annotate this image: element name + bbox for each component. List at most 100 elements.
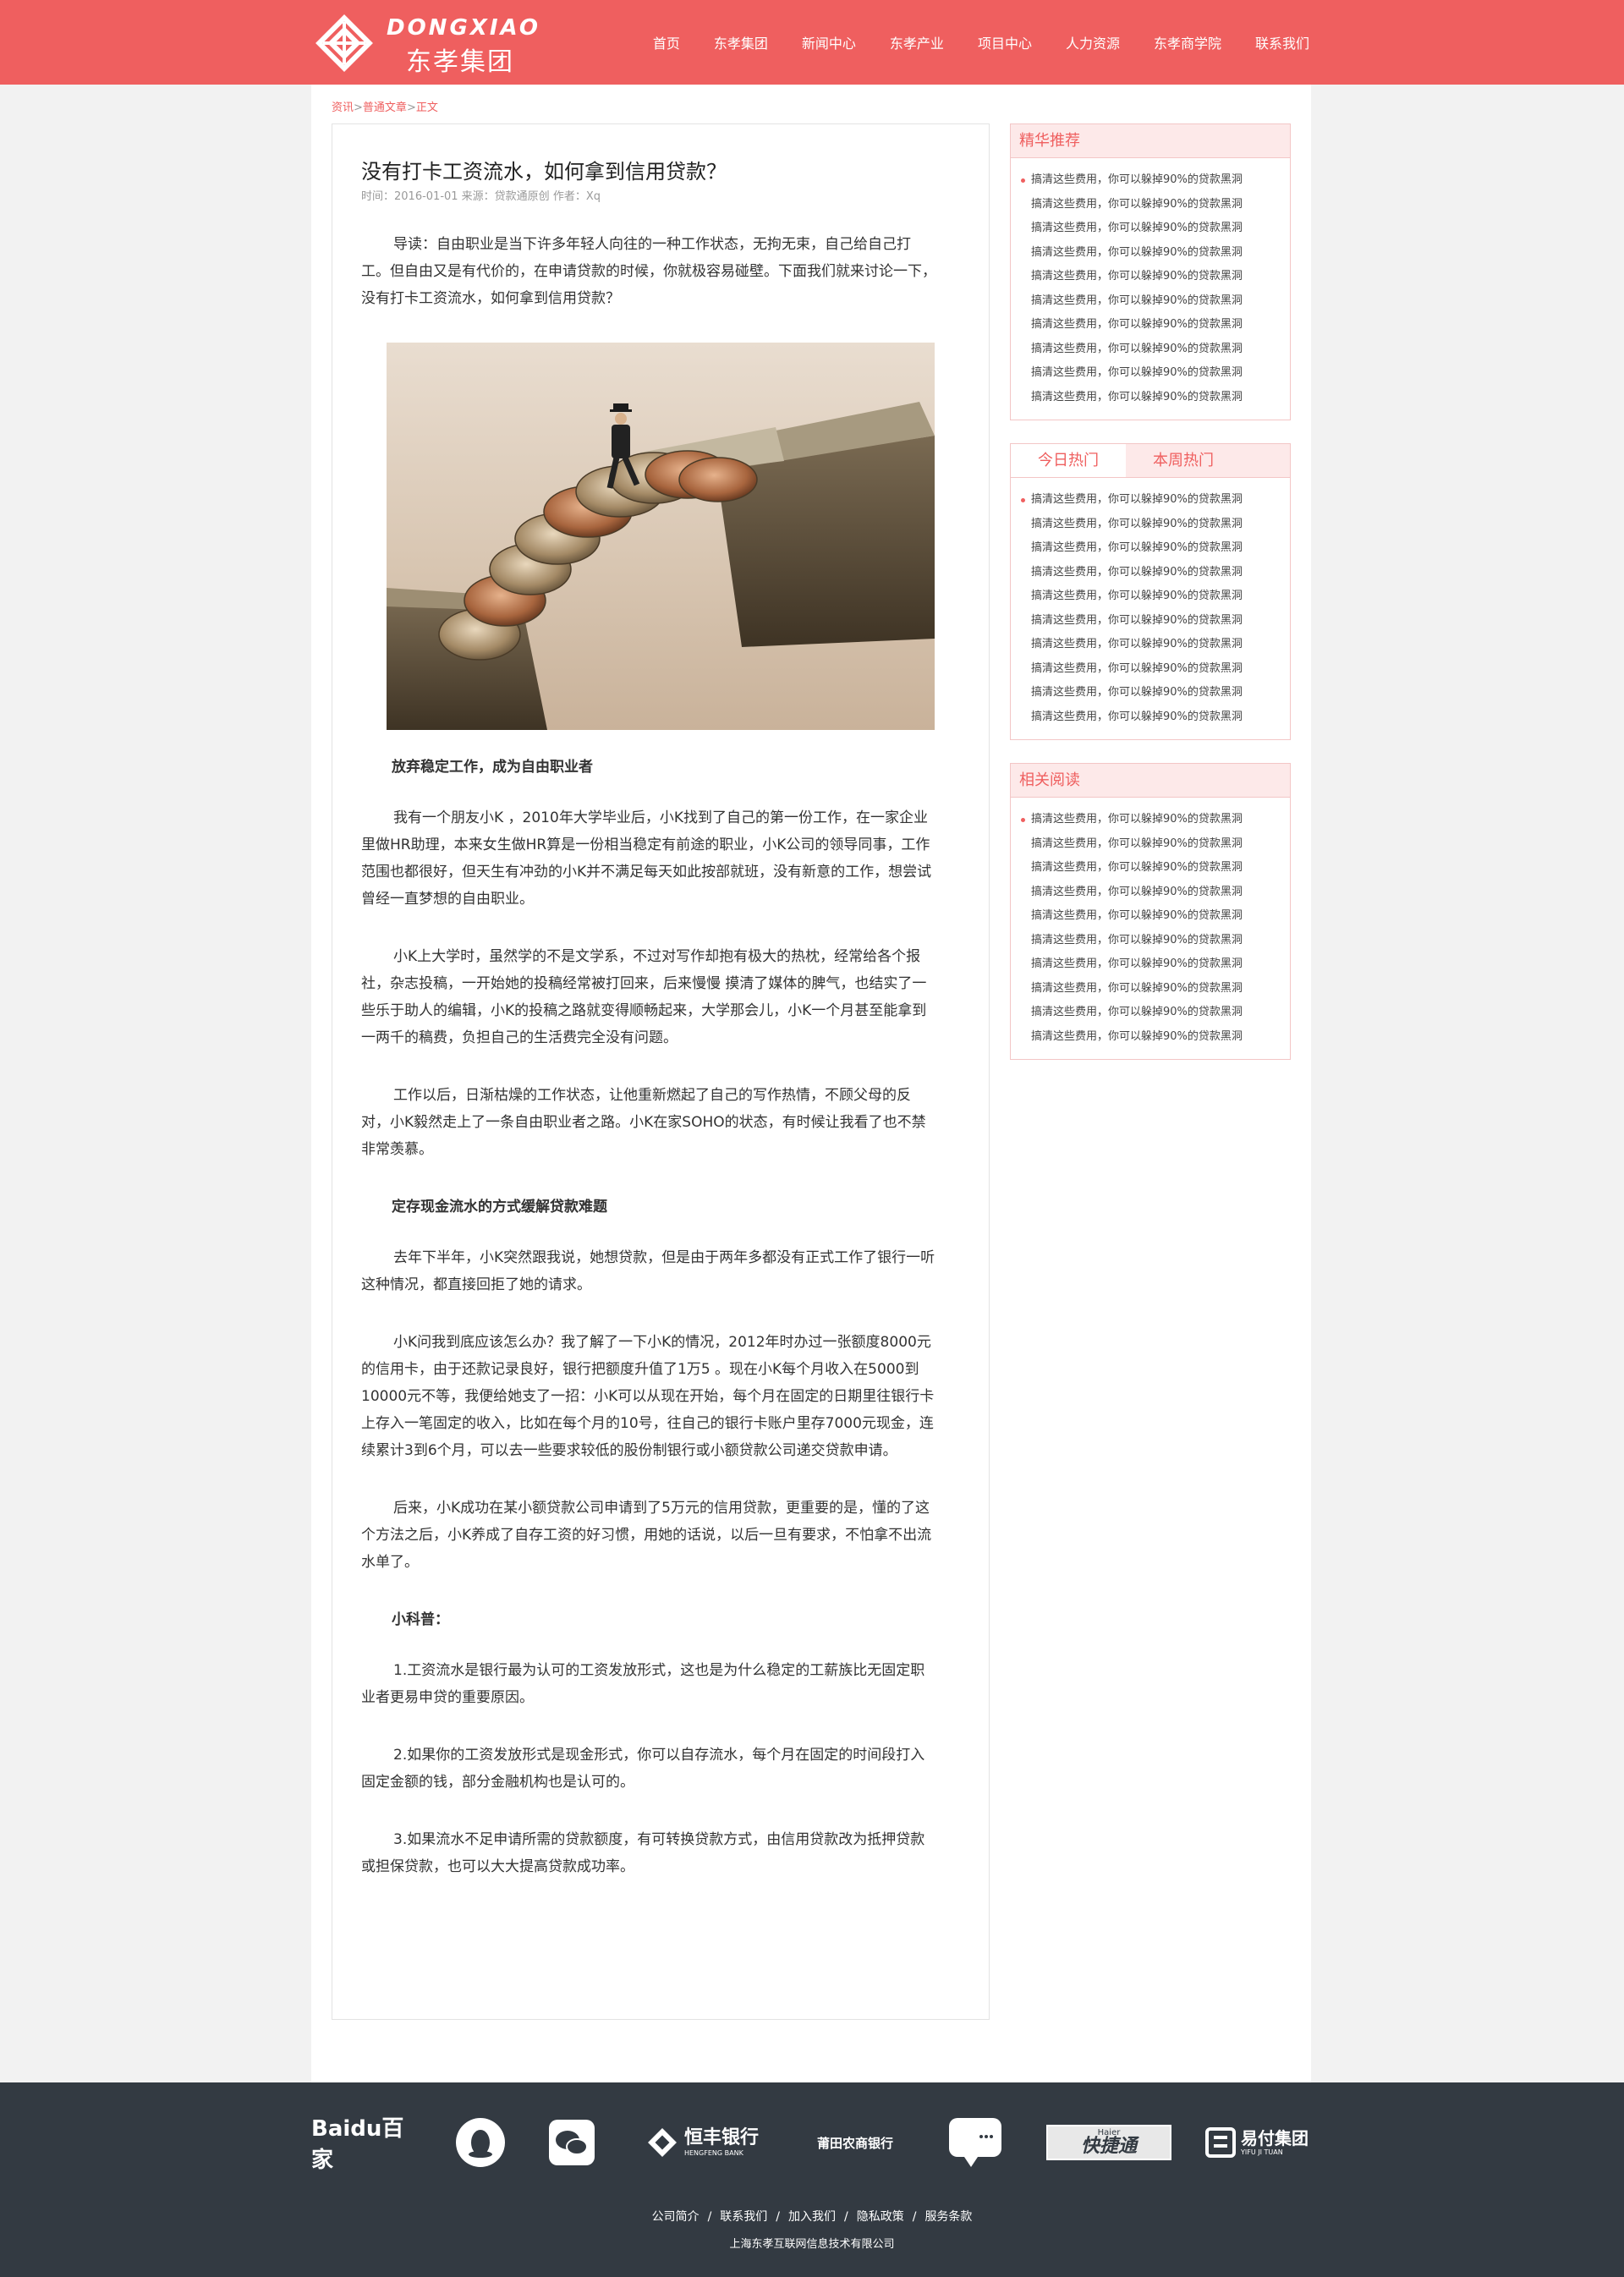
footer-link-privacy[interactable]: 隐私政策 xyxy=(857,2210,904,2224)
partner-logos: Baidu百家 恒丰银行 HENGFENG BANK 莆田农商银行 Haier … xyxy=(311,2113,1311,2173)
baidu-baijia-label: Baidu百家 xyxy=(311,2116,404,2173)
nav-contact[interactable]: 联系我们 xyxy=(1255,32,1309,52)
sina-weibo-icon[interactable] xyxy=(946,2113,1005,2172)
sidebar-list-item[interactable]: 搞清这些费用，你可以躲掉90%的贷款黑洞 xyxy=(1031,241,1290,266)
putian-bank-logo[interactable]: 莆田农商银行 xyxy=(800,2113,910,2172)
baidu-baijia-logo[interactable]: Baidu百家 xyxy=(311,2113,421,2173)
article-subtitle-3: 小科普： xyxy=(392,1611,449,1628)
hengfeng-bank-logo[interactable]: 恒丰银行 HENGFENG BANK xyxy=(643,2113,761,2172)
main-nav: 首页 东孝集团 新闻中心 东孝产业 项目中心 人力资源 东孝商学院 联系我们 xyxy=(619,0,1309,85)
article-paragraph-3: 工作以后，日渐枯燥的工作状态，让他重新燃起了自己的写作热情，不顾父母的反对，小K… xyxy=(361,1087,926,1158)
footer-link-join[interactable]: 加入我们 xyxy=(788,2210,836,2224)
sidebar-recommend: 精华推荐 搞清这些费用，你可以躲掉90%的贷款黑洞 搞清这些费用，你可以躲掉90%… xyxy=(1010,123,1291,420)
top-header: DONGXIAO 东孝集团 首页 东孝集团 新闻中心 东孝产业 项目中心 人力资… xyxy=(0,0,1624,85)
haier-kuaijietong-logo[interactable]: Haier 快捷通 xyxy=(1045,2113,1172,2172)
logo-en-text: DONGXIAO xyxy=(387,15,540,41)
tab-today-hot[interactable]: 今日热门 xyxy=(1011,444,1126,477)
sidebar-list-item[interactable]: 搞清这些费用，你可以躲掉90%的贷款黑洞 xyxy=(1031,337,1290,362)
hengfeng-bank-label: 恒丰银行 xyxy=(683,2126,759,2148)
sidebar-list-item[interactable]: 搞清这些费用，你可以躲掉90%的贷款黑洞 xyxy=(1031,386,1290,410)
qq-icon[interactable] xyxy=(455,2113,506,2172)
main-content: 资讯>普通文章>正文 没有打卡工资流水，如何拿到信用贷款？ 时间：2016-01… xyxy=(311,85,1311,2082)
nav-academy[interactable]: 东孝商学院 xyxy=(1154,32,1221,52)
nav-home[interactable]: 首页 xyxy=(653,32,680,52)
article-paragraph-1: 我有一个朋友小K ，2010年大学毕业后，小K找到了自己的第一份工作，在一家企业… xyxy=(361,809,932,908)
sidebar-hot: 今日热门 本周热门 搞清这些费用，你可以躲掉90%的贷款黑洞 搞清这些费用，你可以… xyxy=(1010,443,1291,740)
sidebar-list-item[interactable]: 搞清这些费用，你可以躲掉90%的贷款黑洞 xyxy=(1031,361,1290,386)
footer-link-about[interactable]: 公司简介 xyxy=(652,2210,700,2224)
article-subtitle-1: 放弃稳定工作，成为自由职业者 xyxy=(392,759,593,776)
sidebar-list-item[interactable]: 搞清这些费用，你可以躲掉90%的贷款黑洞 xyxy=(1031,681,1290,705)
sidebar-list-item[interactable]: 搞清这些费用，你可以躲掉90%的贷款黑洞 xyxy=(1031,904,1290,929)
yifu-group-logo[interactable]: 易付集团 YIFU JI TUAN xyxy=(1203,2113,1311,2172)
sidebar-list-item[interactable]: 搞清这些费用，你可以躲掉90%的贷款黑洞 xyxy=(1031,952,1290,977)
sidebar-list-item[interactable]: 搞清这些费用，你可以躲掉90%的贷款黑洞 xyxy=(1021,168,1290,193)
sidebar-list-item[interactable]: 搞清这些费用，你可以躲掉90%的贷款黑洞 xyxy=(1031,265,1290,289)
footer-link-contact[interactable]: 联系我们 xyxy=(720,2210,767,2224)
breadcrumb-separator: > xyxy=(406,102,416,114)
footer-link-separator: / xyxy=(844,2210,848,2224)
sidebar-list-item[interactable]: 搞清这些费用，你可以躲掉90%的贷款黑洞 xyxy=(1021,808,1290,832)
article-paragraph-7: 1.工资流水是银行最为认可的工资发放形式，这也是为什么稳定的工薪族比无固定职业者… xyxy=(361,1662,925,1706)
sidebar-list-item[interactable]: 搞清这些费用，你可以躲掉90%的贷款黑洞 xyxy=(1031,657,1290,682)
logo-cn-text: 东孝集团 xyxy=(406,47,514,77)
hot-list: 搞清这些费用，你可以躲掉90%的贷款黑洞 搞清这些费用，你可以躲掉90%的贷款黑洞… xyxy=(1011,478,1290,739)
article-subtitle-2: 定存现金流水的方式缓解贷款难题 xyxy=(392,1199,607,1215)
sidebar-list-item[interactable]: 搞清这些费用，你可以躲掉90%的贷款黑洞 xyxy=(1031,705,1290,730)
site-logo[interactable]: DONGXIAO 东孝集团 xyxy=(315,12,543,77)
breadcrumb-current: 正文 xyxy=(415,102,438,114)
article-body: 导读：自由职业是当下许多年轻人向往的一种工作状态，无拘无束，自己给自己打工。但自… xyxy=(361,231,936,1911)
sidebar-list-item[interactable]: 搞清这些费用，你可以躲掉90%的贷款黑洞 xyxy=(1031,193,1290,217)
site-footer: Baidu百家 恒丰银行 HENGFENG BANK 莆田农商银行 Haier … xyxy=(0,2082,1624,2277)
tab-week-hot[interactable]: 本周热门 xyxy=(1126,444,1241,477)
hot-tabs: 今日热门 本周热门 xyxy=(1011,444,1290,478)
sidebar-list-item[interactable]: 搞清这些费用，你可以躲掉90%的贷款黑洞 xyxy=(1031,561,1290,585)
sidebar-list-item[interactable]: 搞清这些费用，你可以躲掉90%的贷款黑洞 xyxy=(1031,217,1290,241)
recommend-heading: 精华推荐 xyxy=(1011,124,1290,158)
footer-link-terms[interactable]: 服务条款 xyxy=(924,2210,972,2224)
sidebar-list-item[interactable]: 搞清这些费用，你可以躲掉90%的贷款黑洞 xyxy=(1031,977,1290,1001)
sidebar-list-item[interactable]: 搞清这些费用，你可以躲掉90%的贷款黑洞 xyxy=(1031,832,1290,857)
sidebar-related: 相关阅读 搞清这些费用，你可以躲掉90%的贷款黑洞 搞清这些费用，你可以躲掉90%… xyxy=(1010,763,1291,1060)
breadcrumb: 资讯>普通文章>正文 xyxy=(332,98,438,114)
article-title: 没有打卡工资流水，如何拿到信用贷款？ xyxy=(361,160,727,184)
sidebar-list-item[interactable]: 搞清这些费用，你可以躲掉90%的贷款黑洞 xyxy=(1031,536,1290,561)
breadcrumb-separator: > xyxy=(354,102,363,114)
sidebar-list-item[interactable]: 搞清这些费用，你可以躲掉90%的贷款黑洞 xyxy=(1031,633,1290,657)
sidebar-list-item[interactable]: 搞清这些费用，你可以躲掉90%的贷款黑洞 xyxy=(1031,584,1290,609)
sidebar-list-item[interactable]: 搞清这些费用，你可以躲掉90%的贷款黑洞 xyxy=(1031,1001,1290,1025)
nav-group[interactable]: 东孝集团 xyxy=(714,32,768,52)
footer-link-separator: / xyxy=(912,2210,917,2224)
sidebar-list-item[interactable]: 搞清这些费用，你可以躲掉90%的贷款黑洞 xyxy=(1031,929,1290,953)
sidebar-list-item[interactable]: 搞清这些费用，你可以躲掉90%的贷款黑洞 xyxy=(1031,313,1290,337)
article-paragraph-9: 3.如果流水不足申请所需的贷款额度，有可转换贷款方式，由信用贷款改为抵押贷款或担… xyxy=(361,1831,925,1875)
article-intro: 导读：自由职业是当下许多年轻人向往的一种工作状态，无拘无束，自己给自己打工。但自… xyxy=(361,236,936,307)
breadcrumb-articles[interactable]: 普通文章 xyxy=(363,102,407,114)
breadcrumb-news[interactable]: 资讯 xyxy=(332,102,354,114)
sidebar-list-item[interactable]: 搞清这些费用，你可以躲掉90%的贷款黑洞 xyxy=(1021,488,1290,513)
article-panel: 没有打卡工资流水，如何拿到信用贷款？ 时间：2016-01-01 来源：贷款通原… xyxy=(332,123,990,2020)
sidebar-list-item[interactable]: 搞清这些费用，你可以躲掉90%的贷款黑洞 xyxy=(1031,609,1290,634)
related-heading: 相关阅读 xyxy=(1011,764,1290,798)
recommend-list: 搞清这些费用，你可以躲掉90%的贷款黑洞 搞清这些费用，你可以躲掉90%的贷款黑洞… xyxy=(1011,158,1290,420)
sidebar-list-item[interactable]: 搞清这些费用，你可以躲掉90%的贷款黑洞 xyxy=(1031,856,1290,881)
kuaijietong-label: 快捷通 xyxy=(1080,2136,1137,2157)
article-paragraph-8: 2.如果你的工资发放形式是现金形式，你可以自存流水，每个月在固定的时间段打入固定… xyxy=(361,1747,925,1791)
hengfeng-bank-sub: HENGFENG BANK xyxy=(683,2148,743,2157)
nav-news[interactable]: 新闻中心 xyxy=(802,32,856,52)
sidebar-list-item[interactable]: 搞清这些费用，你可以躲掉90%的贷款黑洞 xyxy=(1031,881,1290,905)
article-paragraph-6: 后来，小K成功在某小额贷款公司申请到了5万元的信用贷款，更重要的是，懂的了这个方… xyxy=(361,1500,932,1571)
nav-industry[interactable]: 东孝产业 xyxy=(890,32,944,52)
footer-link-separator: / xyxy=(707,2210,712,2224)
yifu-group-sub: YIFU JI TUAN xyxy=(1241,2148,1283,2156)
footer-link-separator: / xyxy=(776,2210,780,2224)
wechat-icon[interactable] xyxy=(548,2113,595,2172)
article-paragraph-4: 去年下半年，小K突然跟我说，她想贷款，但是由于两年多都没有正式工作了银行一听这种… xyxy=(361,1249,935,1293)
footer-links: 公司简介 / 联系我们 / 加入我们 / 隐私政策 / 服务条款 xyxy=(0,2208,1624,2225)
related-list: 搞清这些费用，你可以躲掉90%的贷款黑洞 搞清这些费用，你可以躲掉90%的贷款黑洞… xyxy=(1011,798,1290,1059)
nav-hr[interactable]: 人力资源 xyxy=(1066,32,1120,52)
sidebar-list-item[interactable]: 搞清这些费用，你可以躲掉90%的贷款黑洞 xyxy=(1031,289,1290,314)
nav-projects[interactable]: 项目中心 xyxy=(978,32,1032,52)
sidebar-list-item[interactable]: 搞清这些费用，你可以躲掉90%的贷款黑洞 xyxy=(1031,1025,1290,1050)
sidebar-list-item[interactable]: 搞清这些费用，你可以躲掉90%的贷款黑洞 xyxy=(1031,513,1290,537)
